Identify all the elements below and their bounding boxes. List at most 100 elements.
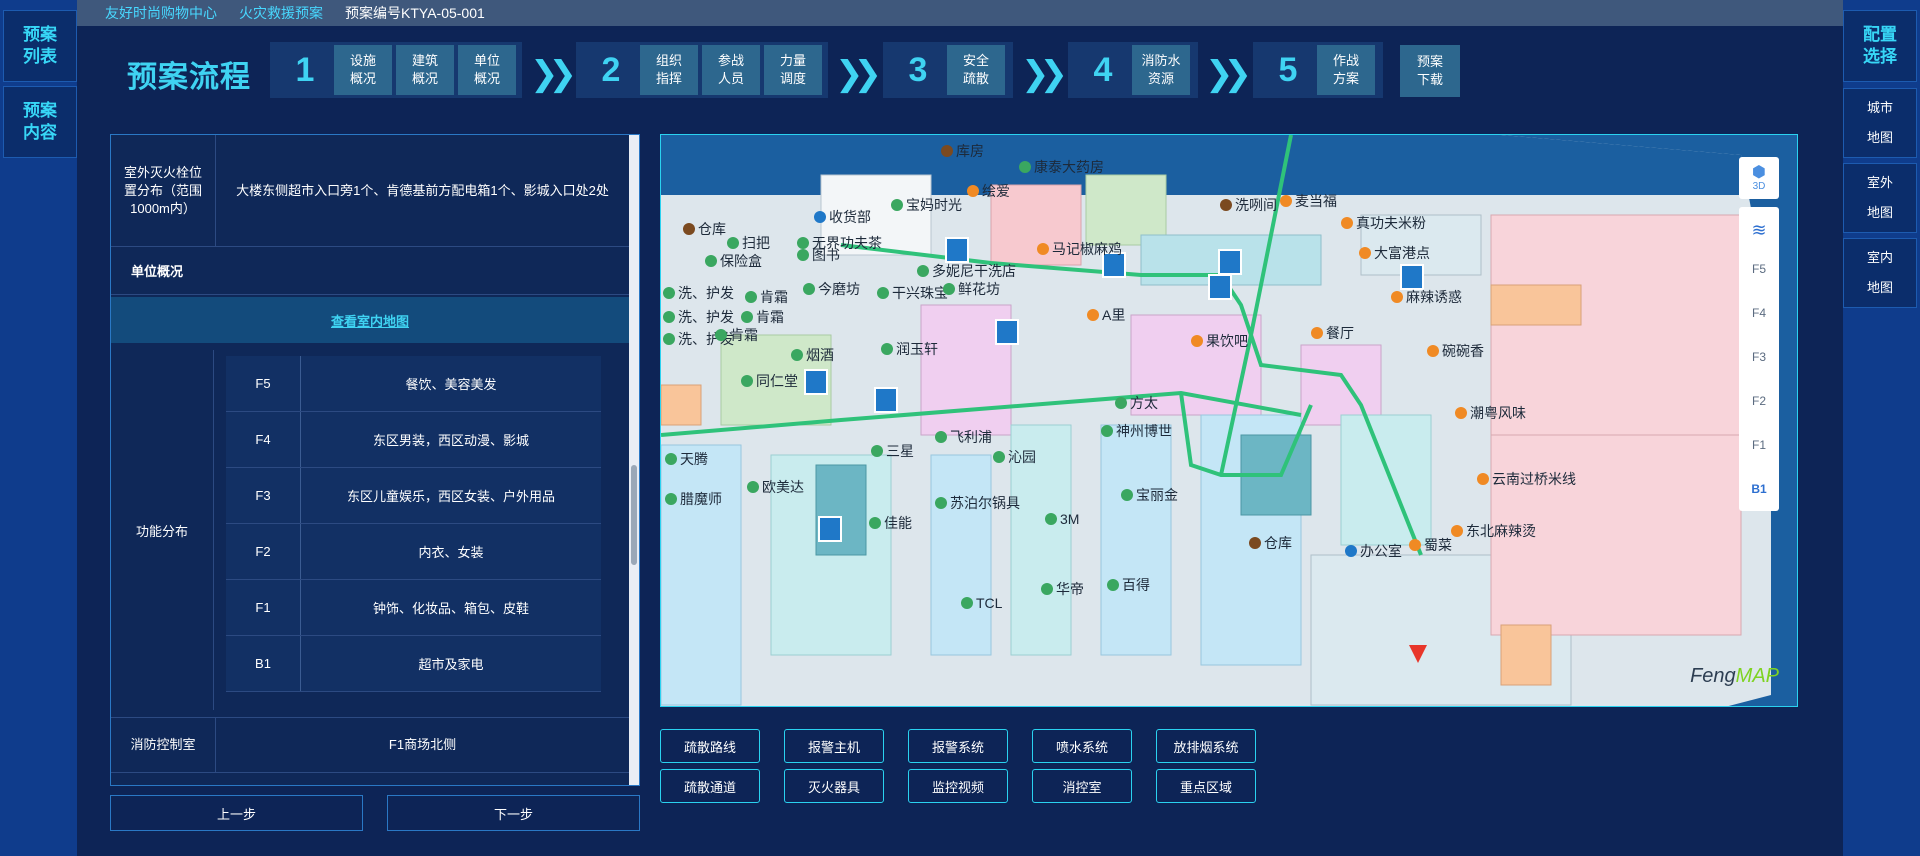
map-label: 仓库: [683, 219, 726, 239]
map-label: 神州博世: [1101, 421, 1172, 441]
config-select-label: 配置 选择: [1863, 25, 1897, 66]
step-group-3: 3 安全 疏散: [883, 42, 1013, 98]
floor-desc: 超市及家电: [418, 657, 484, 672]
floor-switcher: ≋ F5 F4 F3 F2 F1 B1: [1739, 207, 1779, 511]
fengmap-logo: FengMAP: [1690, 665, 1779, 687]
chevron-right-icon: ❯❯: [835, 55, 882, 93]
prev-step-button[interactable]: 上一步: [110, 795, 363, 831]
map-label: 东北麻辣烫: [1451, 521, 1536, 541]
map-label: 洗、护发: [663, 307, 734, 327]
map-label: 多妮尼干洗店: [917, 261, 1016, 281]
map-label: 宝丽金: [1121, 485, 1178, 505]
step-button-evacuation[interactable]: 安全 疏散: [947, 45, 1005, 95]
sidebar-item-city-map[interactable]: 城市 地图: [1843, 88, 1917, 158]
map-label: 大富港点: [1359, 243, 1430, 263]
next-step-button[interactable]: 下一步: [387, 795, 640, 831]
step-button-label: 力量 调度: [779, 53, 806, 86]
floor-row: F2 内衣、女装: [226, 524, 601, 580]
view-3d-label: 3D: [1752, 180, 1766, 192]
layer-button-alarm-host[interactable]: 报警主机: [784, 729, 884, 763]
floor-name: F5: [226, 356, 301, 411]
floor-button-b1[interactable]: B1: [1739, 467, 1779, 511]
map-label: 麻辣诱惑: [1391, 287, 1462, 307]
map-label: 肯霜: [741, 307, 784, 327]
layers-icon[interactable]: ≋: [1739, 213, 1779, 247]
map-label: 肯霜: [715, 325, 758, 345]
map-label: 麦当福: [1280, 191, 1337, 211]
floor-desc: 钟饰、化妆品、箱包、皮鞋: [372, 601, 529, 616]
map-label: 宝妈时光: [891, 195, 962, 215]
chevron-right-icon: ❯❯: [530, 55, 577, 93]
config-select-button[interactable]: 配置 选择: [1843, 10, 1917, 82]
plan-info-panel: 室外灭火栓位置分布（范围1000m内） 大楼东侧超市入口旁1个、肯德基前方配电箱…: [110, 134, 640, 786]
floor-row: F3 东区儿童娱乐，西区女装、户外用品: [226, 468, 601, 524]
breadcrumb-plan[interactable]: 火灾救援预案: [239, 3, 323, 23]
map-label: 马记椒麻鸡: [1037, 239, 1122, 259]
layer-button-evac-route[interactable]: 疏散路线: [660, 729, 760, 763]
flow-title: 预案流程: [127, 61, 251, 94]
map-label: 烟酒: [791, 345, 834, 365]
step-button-water[interactable]: 消防水 资源: [1132, 45, 1190, 95]
layer-button-evac-passage[interactable]: 疏散通道: [660, 769, 760, 803]
step-group-4: 4 消防水 资源: [1068, 42, 1198, 98]
control-room-label: 消防控制室: [111, 718, 216, 772]
floor-button-f5[interactable]: F5: [1739, 247, 1779, 291]
floor-button-f2[interactable]: F2: [1739, 379, 1779, 423]
step-button-label: 参战 人员: [717, 53, 744, 86]
step-button-dispatch[interactable]: 力量 调度: [764, 45, 822, 95]
step-button-facility[interactable]: 设施 概况: [334, 45, 392, 95]
control-room-row: 消防控制室 F1商场北侧: [111, 717, 629, 773]
map-label: 图书: [797, 245, 840, 265]
map-label: 今磨坊: [803, 279, 860, 299]
layer-button-smoke-exhaust[interactable]: 放排烟系统: [1156, 729, 1256, 763]
chevron-right-icon: ❯❯: [1205, 55, 1252, 93]
step-button-personnel[interactable]: 参战 人员: [702, 45, 760, 95]
layer-button-key-area[interactable]: 重点区域: [1156, 769, 1256, 803]
step-button-unit[interactable]: 单位 概况: [458, 45, 516, 95]
map-label: 3M: [1045, 511, 1079, 527]
map-label: 同仁堂: [741, 371, 798, 391]
step-button-label: 建筑 概况: [411, 53, 438, 86]
map-label: 润玉轩: [881, 339, 938, 359]
floor-button-f4[interactable]: F4: [1739, 291, 1779, 335]
sidebar-item-label: 预案 内容: [23, 101, 57, 142]
layer-button-sprinkler[interactable]: 喷水系统: [1032, 729, 1132, 763]
sidebar-item-indoor-map[interactable]: 室内 地图: [1843, 238, 1917, 308]
map-label: 云南过桥米线: [1477, 469, 1576, 489]
floor-button-f3[interactable]: F3: [1739, 335, 1779, 379]
floor-desc: 内衣、女装: [418, 545, 484, 560]
map-label: 洗、护发: [663, 283, 734, 303]
sidebar-item-plan-content[interactable]: 预案 内容: [3, 86, 77, 158]
layer-button-cctv[interactable]: 监控视频: [908, 769, 1008, 803]
step-button-building[interactable]: 建筑 概况: [396, 45, 454, 95]
sidebar-item-label: 室内 地图: [1866, 250, 1893, 295]
map-label: 腊魔师: [665, 489, 722, 509]
map-label: 沁园: [993, 447, 1036, 467]
view-indoor-map-link[interactable]: 查看室内地图: [111, 297, 629, 343]
floor-name: F4: [226, 412, 301, 467]
step-button-battle-plan[interactable]: 作战 方案: [1317, 45, 1375, 95]
indoor-map[interactable]: 库房 康泰大药房 宝妈时光 绘爱 洗咧间 麦当福 仓库 收货部 扫把 无界功夫茶…: [660, 134, 1798, 707]
floor-name: B1: [226, 636, 301, 691]
layer-button-extinguisher[interactable]: 灭火器具: [784, 769, 884, 803]
map-label: 蜀菜: [1409, 535, 1452, 555]
scrollbar[interactable]: [629, 135, 639, 785]
step-button-command[interactable]: 组织 指挥: [640, 45, 698, 95]
view-3d-button[interactable]: ⬢ 3D: [1739, 157, 1779, 199]
function-distribution-label: 功能分布: [111, 350, 214, 710]
sidebar-item-outdoor-map[interactable]: 室外 地图: [1843, 163, 1917, 233]
map-label: 办公室: [1345, 541, 1402, 561]
sidebar-item-plan-list[interactable]: 预案 列表: [3, 10, 77, 82]
map-label: 果饮吧: [1191, 331, 1248, 351]
download-plan-button[interactable]: 预案 下载: [1400, 45, 1460, 97]
layer-button-alarm-system[interactable]: 报警系统: [908, 729, 1008, 763]
breadcrumb-mall[interactable]: 友好时尚购物中心: [105, 3, 217, 23]
floor-name: F2: [226, 524, 301, 579]
breadcrumb: 友好时尚购物中心 火灾救援预案 预案编号KTYA-05-001: [77, 0, 1843, 26]
floor-row: B1 超市及家电: [226, 636, 601, 692]
map-label: 干兴珠宝: [877, 283, 948, 303]
layer-button-control-room[interactable]: 消控室: [1032, 769, 1132, 803]
map-label: 潮粤风味: [1455, 403, 1526, 423]
floor-button-f1[interactable]: F1: [1739, 423, 1779, 467]
scrollbar-thumb[interactable]: [631, 465, 637, 565]
